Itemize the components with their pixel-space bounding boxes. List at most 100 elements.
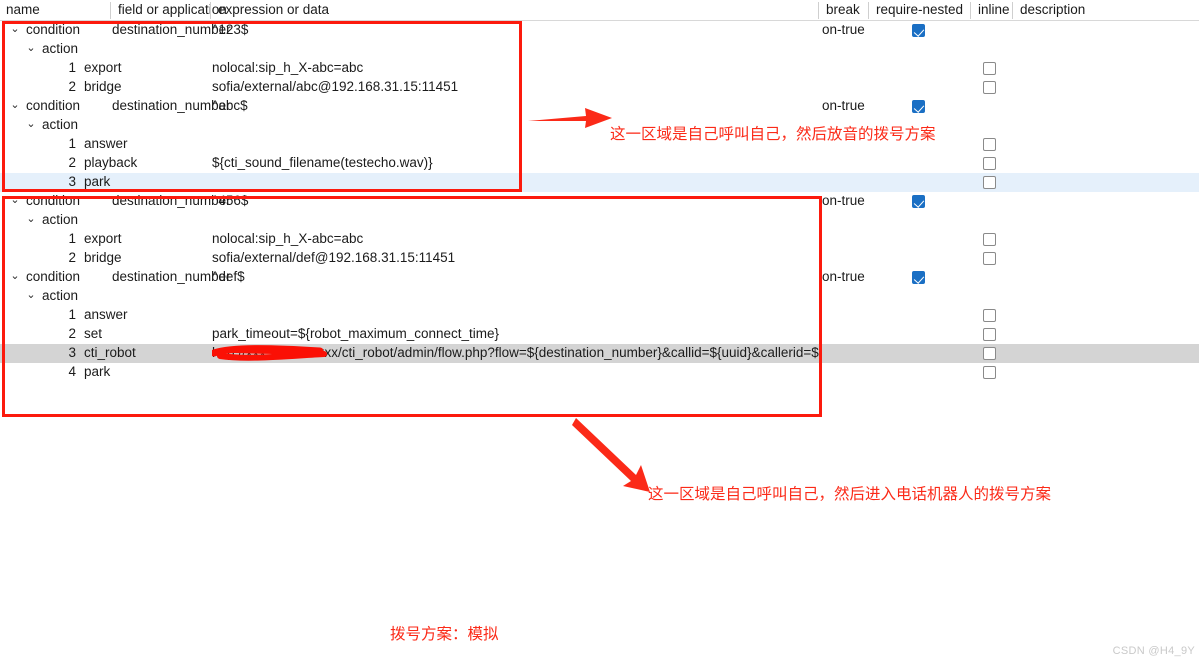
chevron-down-icon[interactable]: ⌄ bbox=[8, 268, 22, 287]
cell-expression[interactable]: sofia/external/def@192.168.31.15:11451 bbox=[212, 249, 455, 268]
inline-checkbox[interactable] bbox=[983, 366, 996, 379]
require-nested-checkbox[interactable] bbox=[912, 100, 925, 113]
column-header-expression[interactable]: expression or data bbox=[212, 0, 818, 21]
cell-expression[interactable]: ^def$ bbox=[212, 268, 245, 287]
cell-field[interactable]: destination_number bbox=[112, 97, 231, 116]
cell-expression[interactable]: park_timeout=${robot_maximum_connect_tim… bbox=[212, 325, 499, 344]
table-row[interactable]: ⌄ condition destination_number ^456$ on-true bbox=[0, 192, 1201, 211]
cell-expression[interactable]: ^123$ bbox=[212, 21, 248, 40]
cell-name[interactable]: export bbox=[84, 230, 196, 249]
column-header-inline[interactable]: inline bbox=[972, 0, 1012, 21]
cell-name[interactable]: park bbox=[84, 363, 196, 382]
inline-checkbox[interactable] bbox=[983, 252, 996, 265]
grid-body[interactable]: ⌄ condition destination_number ^123$ on-true… bbox=[0, 21, 1201, 382]
table-row[interactable]: 1 export nolocal:sip_h_X-abc=abc bbox=[0, 59, 1201, 78]
cell-name[interactable]: bridge bbox=[84, 78, 196, 97]
cell-expression[interactable]: nolocal:sip_h_X-abc=abc bbox=[212, 230, 363, 249]
table-row[interactable]: ⌄ action bbox=[0, 287, 1201, 306]
chevron-down-icon[interactable]: ⌄ bbox=[24, 211, 38, 230]
cell-name[interactable]: cti_robot bbox=[84, 344, 196, 363]
cell-expression[interactable]: sofia/external/abc@192.168.31.15:11451 bbox=[212, 78, 458, 97]
table-row[interactable]: 3 cti_robot http://xxx.xxx.xxx.xxx/cti_rob… bbox=[0, 344, 1201, 363]
inline-checkbox[interactable] bbox=[983, 176, 996, 189]
table-row[interactable]: 1 answer bbox=[0, 135, 1201, 154]
cell-break[interactable]: on-true bbox=[822, 97, 865, 116]
action-index: 2 bbox=[68, 79, 76, 94]
table-row[interactable]: ⌄ condition destination_number ^def$ on-true bbox=[0, 268, 1201, 287]
cell-field[interactable]: destination_number bbox=[112, 192, 231, 211]
require-nested-checkbox[interactable] bbox=[912, 24, 925, 37]
cell-expression[interactable]: nolocal:sip_h_X-abc=abc bbox=[212, 59, 363, 78]
inline-checkbox[interactable] bbox=[983, 309, 996, 322]
inline-checkbox[interactable] bbox=[983, 233, 996, 246]
action-index: 1 bbox=[68, 60, 76, 75]
cell-name[interactable]: answer bbox=[84, 306, 196, 325]
table-row[interactable]: 2 set park_timeout=${robot_maximum_connect… bbox=[0, 325, 1201, 344]
inline-checkbox[interactable] bbox=[983, 81, 996, 94]
inline-checkbox[interactable] bbox=[983, 328, 996, 341]
annotation-note-robot: 这一区域是自己呼叫自己，然后进入电话机器人的拨号方案 bbox=[648, 485, 1052, 503]
inline-checkbox[interactable] bbox=[983, 157, 996, 170]
table-row[interactable]: 2 bridge sofia/external/abc@192.168.31.15:… bbox=[0, 78, 1201, 97]
inline-checkbox[interactable] bbox=[983, 347, 996, 360]
cell-break[interactable]: on-true bbox=[822, 192, 865, 211]
table-row[interactable]: 4 park bbox=[0, 363, 1201, 382]
table-row[interactable]: ⌄ action bbox=[0, 116, 1201, 135]
action-index: 2 bbox=[68, 326, 76, 341]
cell-name[interactable]: export bbox=[84, 59, 196, 78]
cell-break[interactable]: on-true bbox=[822, 21, 865, 40]
grid-header-row: name field or application expression or … bbox=[0, 0, 1201, 21]
cell-field[interactable]: destination_number bbox=[112, 21, 231, 40]
require-nested-checkbox[interactable] bbox=[912, 271, 925, 284]
column-separator[interactable] bbox=[1012, 2, 1013, 19]
cell-expression[interactable]: ^456$ bbox=[212, 192, 248, 211]
cell-name[interactable]: action bbox=[42, 211, 154, 230]
chevron-down-icon[interactable]: ⌄ bbox=[8, 192, 22, 211]
cell-name[interactable]: action bbox=[42, 287, 154, 306]
table-row[interactable]: 2 playback ${cti_sound_filename(testecho.w… bbox=[0, 154, 1201, 173]
cell-name[interactable]: action bbox=[42, 116, 154, 135]
action-index: 3 bbox=[68, 174, 76, 189]
chevron-down-icon[interactable]: ⌄ bbox=[24, 287, 38, 306]
cell-name[interactable]: park bbox=[84, 173, 196, 192]
column-separator[interactable] bbox=[110, 2, 111, 19]
table-row[interactable]: ⌄ action bbox=[0, 211, 1201, 230]
cell-name[interactable]: answer bbox=[84, 135, 196, 154]
column-separator[interactable] bbox=[970, 2, 971, 19]
cell-expression[interactable]: ${cti_sound_filename(testecho.wav)} bbox=[212, 154, 433, 173]
column-header-name[interactable]: name bbox=[0, 0, 112, 21]
chevron-down-icon[interactable]: ⌄ bbox=[8, 97, 22, 116]
chevron-down-icon[interactable]: ⌄ bbox=[24, 40, 38, 59]
table-row[interactable]: 1 export nolocal:sip_h_X-abc=abc bbox=[0, 230, 1201, 249]
cell-name[interactable]: action bbox=[42, 40, 154, 59]
column-separator[interactable] bbox=[818, 2, 819, 19]
column-header-require-nested[interactable]: require-nested bbox=[870, 0, 970, 21]
cell-name[interactable]: bridge bbox=[84, 249, 196, 268]
dialplan-grid[interactable]: name field or application expression or … bbox=[0, 0, 1201, 382]
cell-name[interactable]: set bbox=[84, 325, 196, 344]
column-separator[interactable] bbox=[210, 2, 211, 19]
column-separator[interactable] bbox=[868, 2, 869, 19]
action-index: 3 bbox=[68, 345, 76, 360]
csdn-watermark: CSDN @H4_9Y bbox=[1112, 645, 1195, 657]
cell-name[interactable]: playback bbox=[84, 154, 196, 173]
chevron-down-icon[interactable]: ⌄ bbox=[8, 21, 22, 40]
cell-field[interactable]: destination_number bbox=[112, 268, 231, 287]
cell-expression[interactable]: ^abc$ bbox=[212, 97, 248, 116]
cell-expression[interactable]: http://xxx.xxx.xxx.xxx/cti_robot/admin/f… bbox=[212, 344, 822, 363]
action-index: 4 bbox=[68, 364, 76, 379]
inline-checkbox[interactable] bbox=[983, 62, 996, 75]
chevron-down-icon[interactable]: ⌄ bbox=[24, 116, 38, 135]
table-row[interactable]: ⌄ action bbox=[0, 40, 1201, 59]
inline-checkbox[interactable] bbox=[983, 138, 996, 151]
column-header-field[interactable]: field or application bbox=[112, 0, 227, 21]
table-row[interactable]: 2 bridge sofia/external/def@192.168.31.15:… bbox=[0, 249, 1201, 268]
table-row[interactable]: 3 park bbox=[0, 173, 1201, 192]
cell-break[interactable]: on-true bbox=[822, 268, 865, 287]
table-row[interactable]: ⌄ condition destination_number ^123$ on-true bbox=[0, 21, 1201, 40]
column-header-description[interactable]: description bbox=[1014, 0, 1085, 21]
require-nested-checkbox[interactable] bbox=[912, 195, 925, 208]
table-row[interactable]: 1 answer bbox=[0, 306, 1201, 325]
table-row[interactable]: ⌄ condition destination_number ^abc$ on-true bbox=[0, 97, 1201, 116]
column-header-break[interactable]: break bbox=[820, 0, 868, 21]
